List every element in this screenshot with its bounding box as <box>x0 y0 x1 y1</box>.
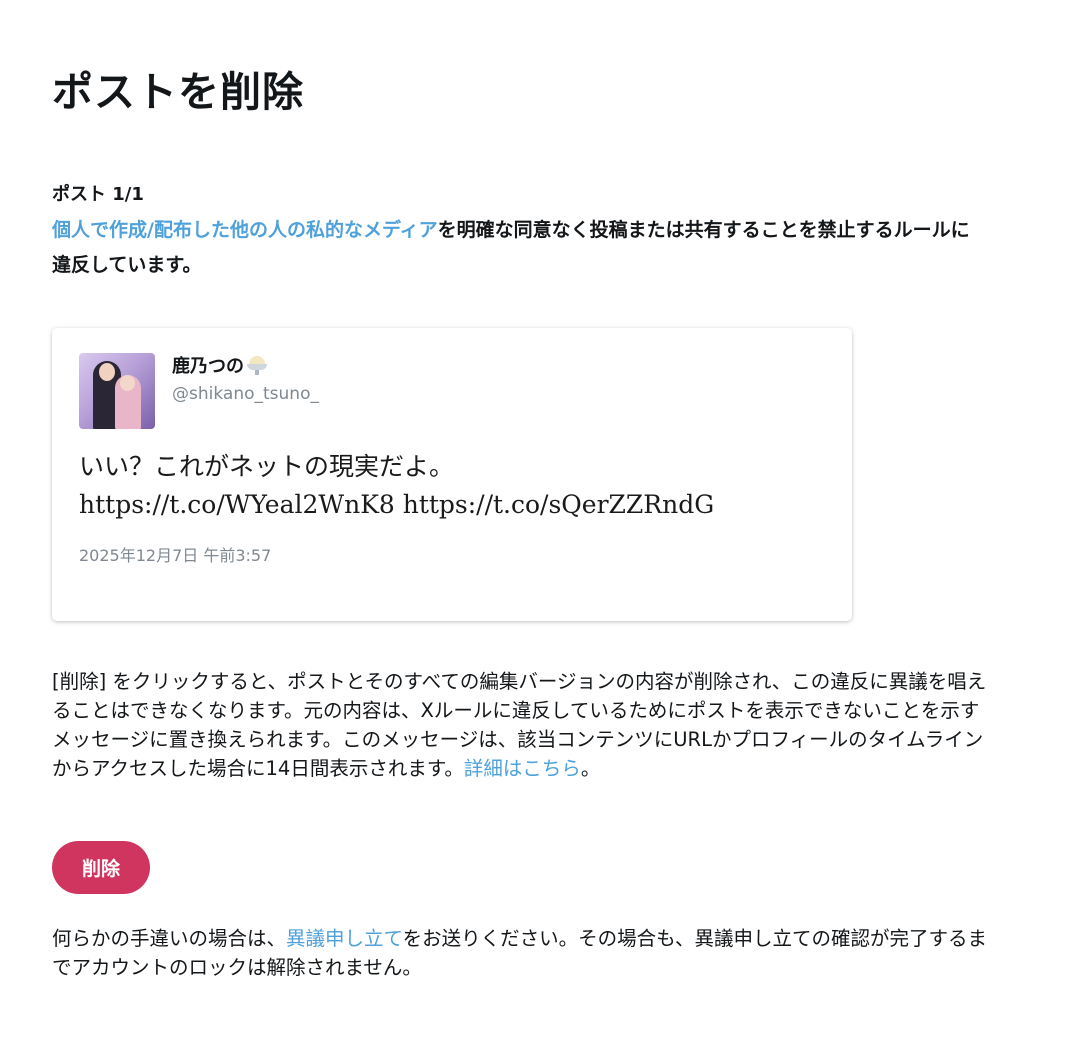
delete-explanation: [削除] をクリックすると、ポストとそのすべての編集バージョンの内容が削除され、… <box>52 667 992 783</box>
avatar <box>79 353 155 429</box>
page-title: ポストを削除 <box>52 68 304 116</box>
author-name-text: 鹿乃つの <box>172 356 244 377</box>
tweet-date: 2025年12月7日 午前3:57 <box>79 546 272 565</box>
appeal-link[interactable]: 異議申し立て <box>286 927 403 950</box>
tweet-text: いい？これがネットの現実だよ。 https://t.co/WYeal2WnK8 … <box>79 448 829 524</box>
explanation-suffix: 。 <box>580 757 601 780</box>
author-name: 鹿乃つの <box>172 352 268 378</box>
shaved-ice-icon <box>246 354 268 376</box>
appeal-note: 何らかの手違いの場合は、異議申し立てをお送りください。その場合も、異議申し立ての… <box>52 924 997 982</box>
tweet-text-line-1: いい？これがネットの現実だよ。 <box>79 452 455 481</box>
learn-more-link[interactable]: 詳細はこちら <box>464 757 581 780</box>
tweet-text-line-2: https://t.co/WYeal2WnK8 https://t.co/sQe… <box>79 490 715 519</box>
appeal-prefix: 何らかの手違いの場合は、 <box>52 927 287 950</box>
author-handle: @shikano_tsuno_ <box>172 384 319 404</box>
violation-notice: 個人で作成/配布した他の人の私的なメディアを明確な同意なく投稿または共有すること… <box>52 213 987 283</box>
tweet-card: 鹿乃つの @shikano_tsuno_ いい？これがネットの現実だよ。 htt… <box>52 328 852 621</box>
delete-button[interactable]: 削除 <box>52 841 150 894</box>
post-counter: ポスト 1/1 <box>52 184 144 205</box>
private-media-policy-link[interactable]: 個人で作成/配布した他の人の私的なメディア <box>52 219 438 241</box>
